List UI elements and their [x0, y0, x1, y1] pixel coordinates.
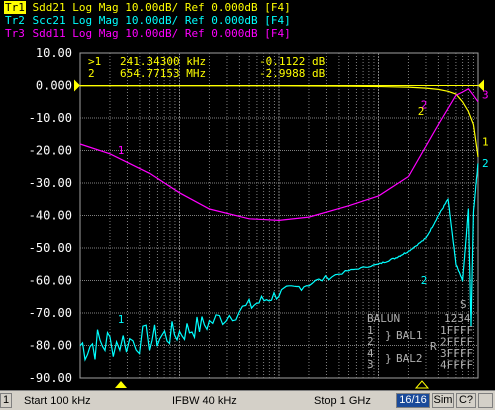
- cal-indicator[interactable]: C?: [456, 393, 476, 408]
- marker-label: 1: [118, 313, 125, 326]
- balun-row: 4FFFF: [440, 359, 473, 372]
- marker2-x-icon: [414, 380, 430, 389]
- trace2-tag[interactable]: Tr2: [4, 14, 26, 27]
- y-tick-label: -70.00: [29, 306, 72, 320]
- trace2-desc: Scc21 Log Mag 10.00dB/ Ref 0.000dB [F4]: [25, 14, 291, 27]
- analyzer-display: 10.00 0.000 -10.00 -20.00 -30.00 -40.00 -50.00…: [0, 0, 495, 390]
- marker-readout-freq: 654.77153 MHz: [120, 67, 206, 80]
- ifbw-setting[interactable]: IFBW 40 kHz: [172, 395, 237, 407]
- y-tick-label: -80.00: [29, 339, 72, 353]
- trace3-header[interactable]: Tr3 Sdd11 Log Mag 10.00dB/ Ref 0.000dB […: [4, 27, 291, 40]
- y-tick-label: -20.00: [29, 144, 72, 158]
- channel-indicator[interactable]: 1: [0, 393, 12, 408]
- ref-arrow-left-icon: [74, 79, 80, 92]
- marker-readout-id: 2: [88, 67, 95, 80]
- y-tick-label: -10.00: [29, 111, 72, 125]
- y-tick-label: -60.00: [29, 274, 72, 288]
- y-tick-label: 10.00: [36, 46, 72, 60]
- trace1-desc: Sdd21 Log Mag 10.00dB/ Ref 0.000dB [F4]: [25, 1, 291, 14]
- sim-indicator[interactable]: Sim: [432, 393, 454, 408]
- sweep-counter: 16/16: [396, 393, 430, 408]
- balun-s-label: S: [460, 298, 467, 311]
- trace1-tag[interactable]: Tr1: [4, 1, 26, 14]
- y-tick-label: -50.00: [29, 241, 72, 255]
- marker1-x-icon: [115, 381, 127, 388]
- y-tick-label: -40.00: [29, 209, 72, 223]
- y-axis-ticks: 10.00 0.000 -10.00 -20.00 -30.00 -40.00 -50.00…: [29, 46, 72, 385]
- trace-plot: 10.00 0.000 -10.00 -20.00 -30.00 -40.00 -50.00…: [29, 46, 489, 389]
- marker-label: 2: [421, 274, 428, 287]
- marker-label: 1: [118, 144, 125, 157]
- trace-end-label: 1: [482, 136, 489, 149]
- trace3-desc: Sdd11 Log Mag 10.00dB/ Ref 0.000dB [F4]: [25, 27, 291, 40]
- trace-end-label: 3: [482, 89, 489, 102]
- balun-bal2: BAL2: [396, 352, 423, 365]
- trace2-header[interactable]: Tr2 Scc21 Log Mag 10.00dB/ Ref 0.000dB […: [4, 14, 291, 27]
- trace1-header[interactable]: Tr1 Sdd21 Log Mag 10.00dB/ Ref 0.000dB […: [4, 1, 291, 14]
- balun-r-label: R: [430, 340, 437, 353]
- balun-bal2-brace: }: [385, 352, 392, 365]
- trace-end-label: 2: [482, 157, 489, 170]
- marker-readout-value: -2.9988 dB: [259, 67, 326, 80]
- start-frequency[interactable]: Start 100 kHz: [24, 395, 91, 407]
- y-tick-label: -90.00: [29, 371, 72, 385]
- balun-bal1: BAL1: [396, 329, 423, 342]
- balun-bal2-port: 3: [367, 358, 374, 371]
- status-bar: 1 Start 100 kHz IFBW 40 kHz Stop 1 GHz 1…: [0, 390, 495, 410]
- trace3-tag[interactable]: Tr3: [4, 27, 26, 40]
- balun-bal1-brace: }: [385, 329, 392, 342]
- stop-frequency[interactable]: Stop 1 GHz: [314, 395, 371, 407]
- marker-label: 2: [418, 105, 425, 118]
- misc-indicator: [478, 393, 493, 408]
- y-tick-label: -30.00: [29, 176, 72, 190]
- y-tick-label: 0.000: [36, 79, 72, 93]
